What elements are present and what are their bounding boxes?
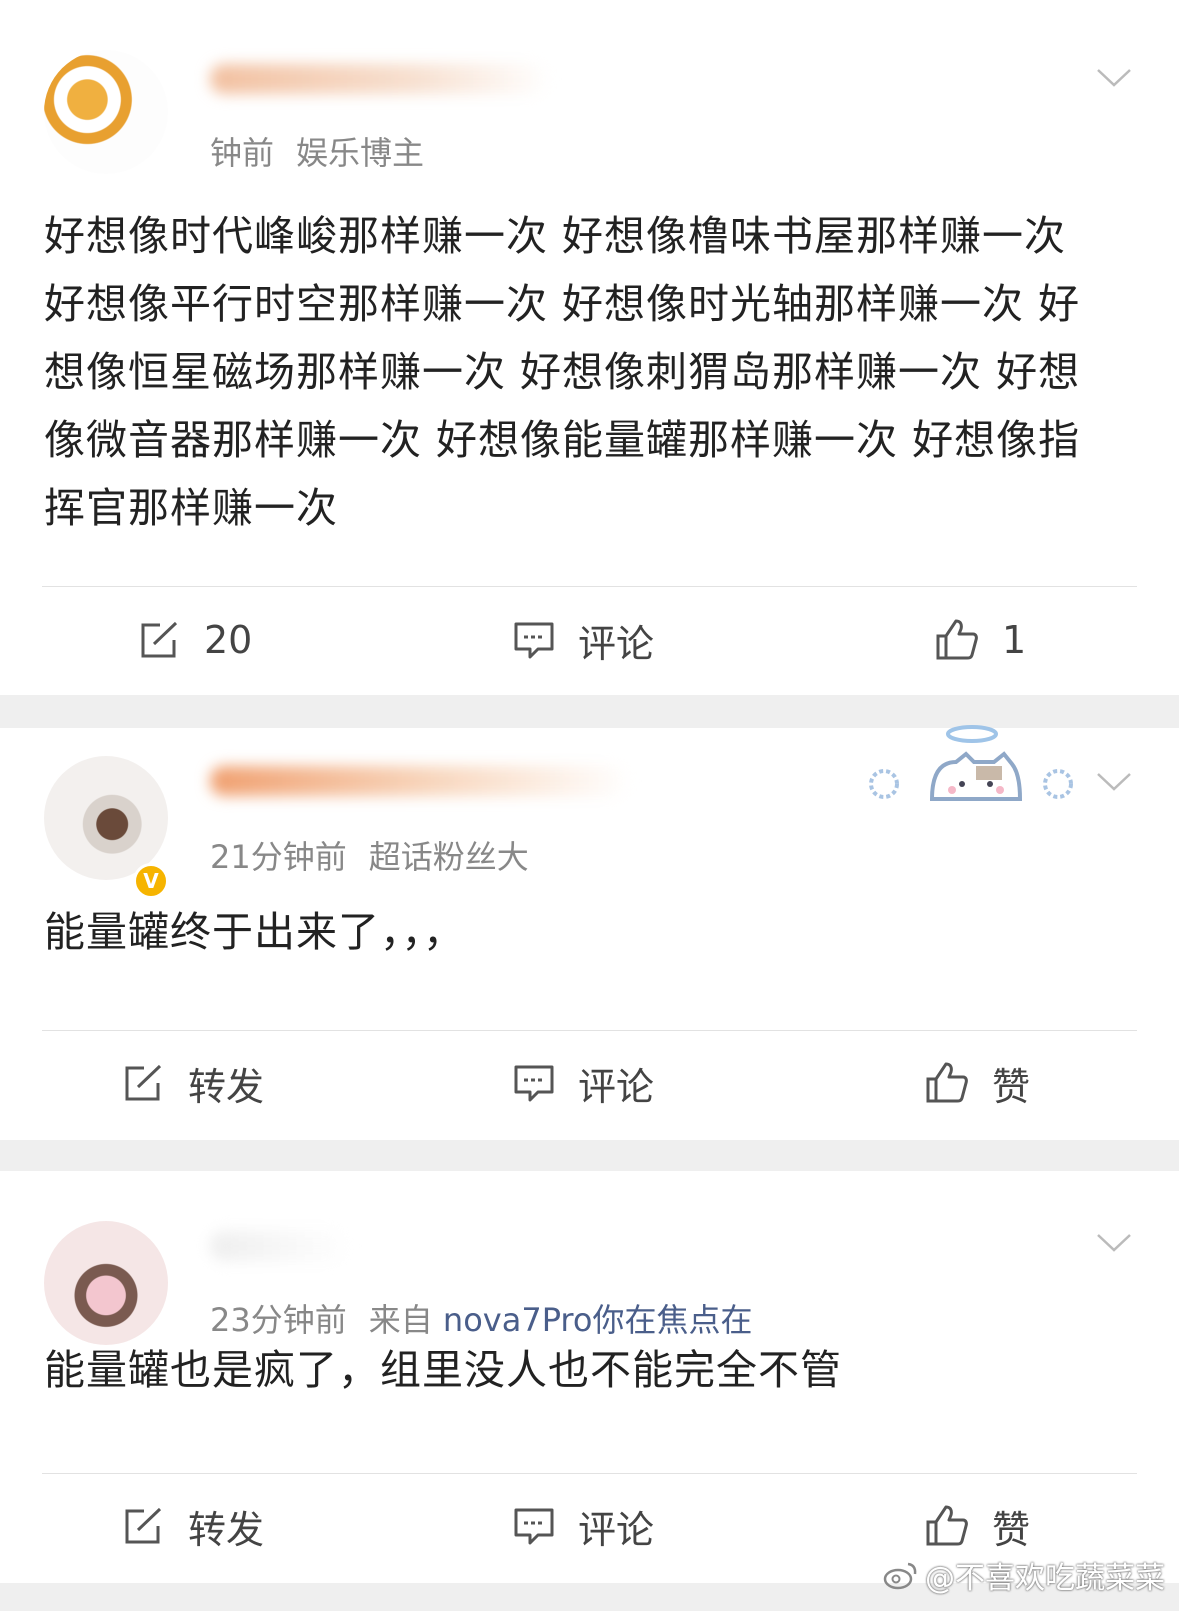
comment-label: 评论: [578, 621, 655, 666]
post-meta: 21分钟前 超话粉丝大: [210, 832, 529, 878]
post-tag: 娱乐博主: [296, 134, 425, 172]
username-blurred[interactable]: [210, 1231, 350, 1261]
repost-button[interactable]: 转发: [122, 1033, 264, 1133]
like-label: 1: [1002, 618, 1027, 662]
like-icon: [926, 1505, 968, 1546]
weibo-logo-icon: [883, 1562, 917, 1590]
post-tag: 来自: [368, 1301, 433, 1339]
chevron-down-icon[interactable]: [1095, 770, 1133, 794]
comment-icon: [514, 1065, 554, 1102]
divider: [42, 1030, 1137, 1031]
chevron-down-icon[interactable]: [1095, 1231, 1133, 1255]
comment-label: 评论: [578, 1507, 655, 1552]
comment-icon: [514, 622, 554, 659]
post-tag: 超话粉丝大: [368, 838, 529, 876]
like-icon: [936, 619, 978, 660]
repost-icon: [141, 621, 178, 658]
watermark: @不喜欢吃蔬菜菜: [883, 1553, 1165, 1597]
like-label: 赞: [992, 1507, 1031, 1552]
like-label: 赞: [992, 1064, 1031, 1109]
post-meta: 23分钟前 来自 nova7Pro你在焦点在: [210, 1295, 752, 1341]
post-time: 钟前: [210, 134, 275, 172]
comment-button[interactable]: 评论: [512, 590, 654, 690]
like-button[interactable]: 赞: [924, 1033, 1030, 1133]
username-blurred[interactable]: [210, 64, 550, 94]
action-bar: 转发 评论 赞: [0, 1033, 1179, 1133]
avatar[interactable]: [44, 756, 168, 880]
repost-button[interactable]: 20: [138, 590, 252, 690]
like-button[interactable]: 1: [934, 590, 1026, 690]
post-time: 23分钟前: [210, 1301, 347, 1339]
repost-icon: [125, 1507, 162, 1544]
post-body: 好想像时代峰峻那样赚一次 好想像橹味书屋那样赚一次 好想像平行时空那样赚一次 好…: [44, 212, 1081, 532]
post-card: V 21分钟前 超话粉丝大 能量罐终于出来了，，， 转发 评论 赞: [0, 725, 1179, 1140]
comment-button[interactable]: 评论: [512, 1033, 654, 1133]
username-blurred[interactable]: [210, 766, 630, 796]
avatar[interactable]: [44, 50, 168, 174]
watermark-text: @不喜欢吃蔬菜菜: [925, 1561, 1165, 1596]
comment-icon: [514, 1508, 554, 1545]
post-body: 能量罐终于出来了，，，: [44, 908, 465, 956]
cat-decoration-icon: [869, 725, 1073, 801]
post-time: 21分钟前: [210, 838, 347, 876]
divider: [42, 586, 1137, 587]
post-source-link[interactable]: nova7Pro你在焦点在: [443, 1301, 753, 1339]
post-body: 能量罐也是疯了，组里没人也不能完全不管: [44, 1346, 842, 1394]
repost-button[interactable]: 转发: [122, 1476, 264, 1576]
repost-label: 20: [204, 618, 253, 662]
comment-button[interactable]: 评论: [512, 1476, 654, 1576]
like-icon: [926, 1062, 968, 1103]
verified-badge-icon: V: [133, 863, 169, 899]
post-meta: 钟前 娱乐博主: [210, 128, 424, 174]
post-card: 钟前 娱乐博主 好想像时代峰峻那样赚一次 好想像橹味书屋那样赚一次 好想像平行时空…: [0, 0, 1179, 695]
divider: [42, 1473, 1137, 1474]
post-card: 23分钟前 来自 nova7Pro你在焦点在 能量罐也是疯了，组里没人也不能完全不…: [0, 1171, 1179, 1583]
chevron-down-icon[interactable]: [1095, 66, 1133, 90]
action-bar: 20 评论 1: [0, 590, 1179, 690]
repost-label: 转发: [188, 1507, 265, 1552]
comment-label: 评论: [578, 1064, 655, 1109]
repost-label: 转发: [188, 1064, 265, 1109]
repost-icon: [125, 1064, 162, 1101]
avatar[interactable]: [44, 1221, 168, 1345]
